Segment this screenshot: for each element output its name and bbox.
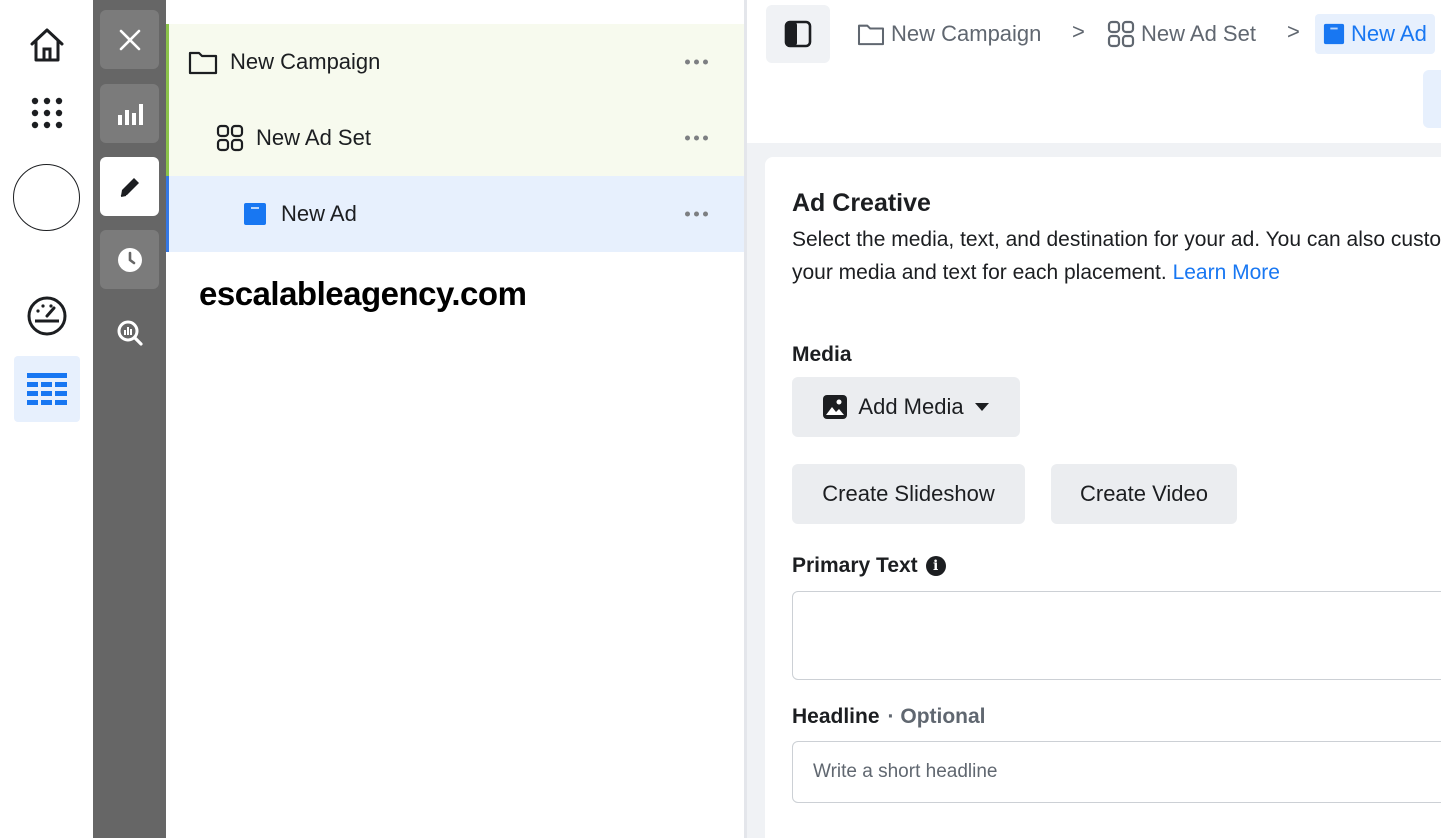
breadcrumb-ad[interactable]: New Ad bbox=[1315, 14, 1435, 54]
edit-button[interactable] bbox=[100, 157, 159, 216]
breadcrumb-separator: > bbox=[1287, 19, 1300, 44]
ad-more-options-icon[interactable] bbox=[685, 211, 708, 217]
tree-item-ad-label: New Ad bbox=[281, 201, 357, 226]
add-media-button[interactable]: Add Media bbox=[792, 377, 1020, 437]
folder-icon bbox=[188, 51, 218, 75]
history-button[interactable] bbox=[100, 230, 159, 289]
ad-set-grid-icon bbox=[1107, 20, 1135, 48]
editor-tool-strip bbox=[93, 0, 166, 838]
home-icon bbox=[30, 28, 64, 62]
sidebar-toggle-icon bbox=[784, 20, 812, 48]
close-button[interactable] bbox=[100, 10, 159, 69]
primary-text-label: Primary Text i bbox=[792, 554, 946, 578]
campaign-tree-panel: New Campaign New Ad Set New Ad escalable… bbox=[166, 0, 744, 838]
create-slideshow-button[interactable]: Create Slideshow bbox=[792, 464, 1025, 524]
search-button[interactable] bbox=[100, 303, 159, 362]
tree-item-ad-set-label: New Ad Set bbox=[256, 125, 371, 150]
add-media-label: Add Media bbox=[858, 394, 964, 419]
ad-set-more-options-icon[interactable] bbox=[685, 135, 708, 141]
image-icon bbox=[823, 395, 848, 419]
create-video-button[interactable]: Create Video bbox=[1051, 464, 1237, 524]
breadcrumb-ad-set-label: New Ad Set bbox=[1141, 21, 1256, 46]
info-icon[interactable]: i bbox=[925, 556, 946, 576]
headline-optional-text: · Optional bbox=[887, 705, 986, 728]
breadcrumb-separator: > bbox=[1072, 19, 1085, 44]
account-avatar[interactable] bbox=[13, 164, 80, 231]
learn-more-link[interactable]: Learn More bbox=[1173, 261, 1280, 284]
ad-creative-title: Ad Creative bbox=[792, 189, 931, 217]
tree-item-campaign-label: New Campaign bbox=[230, 49, 381, 74]
headline-input[interactable] bbox=[793, 742, 1441, 802]
editor-top-bar: New Campaign > New Ad Set > New Ad bbox=[747, 0, 1441, 143]
pencil-icon bbox=[120, 177, 139, 197]
search-chart-icon bbox=[117, 320, 143, 346]
breadcrumb-ad-set[interactable]: New Ad Set bbox=[1107, 14, 1256, 54]
ad-icon bbox=[1323, 23, 1345, 45]
table-icon bbox=[27, 373, 67, 405]
global-nav-rail bbox=[0, 0, 93, 838]
watermark-text: escalableagency.com bbox=[199, 275, 527, 312]
tree-item-ad[interactable]: New Ad bbox=[166, 176, 744, 252]
breadcrumb-campaign[interactable]: New Campaign bbox=[857, 14, 1041, 54]
tree-item-campaign[interactable]: New Campaign bbox=[166, 24, 744, 100]
headline-label: Headline · Optional bbox=[792, 705, 986, 729]
bar-chart-icon bbox=[117, 103, 143, 125]
ads-manager-button[interactable] bbox=[14, 356, 80, 422]
create-video-label: Create Video bbox=[1079, 481, 1208, 506]
ad-creative-description-text: Select the media, text, and destination … bbox=[792, 228, 1441, 284]
charts-button[interactable] bbox=[100, 84, 159, 143]
grid-dots-icon bbox=[31, 97, 63, 129]
toggle-panel-button[interactable] bbox=[766, 5, 830, 63]
headline-label-text: Headline bbox=[792, 705, 880, 728]
tree-item-ad-set[interactable]: New Ad Set bbox=[166, 100, 744, 176]
create-slideshow-label: Create Slideshow bbox=[822, 481, 995, 506]
headline-field[interactable] bbox=[792, 741, 1441, 803]
ad-icon bbox=[244, 203, 266, 225]
ad-editor: New Campaign > New Ad Set > New Ad Ad Cr… bbox=[747, 0, 1441, 838]
clock-icon bbox=[117, 247, 142, 272]
breadcrumb-ad-label: New Ad bbox=[1351, 21, 1427, 46]
top-action-button[interactable] bbox=[1423, 70, 1441, 128]
breadcrumb-campaign-label: New Campaign bbox=[891, 21, 1042, 46]
media-label: Media bbox=[792, 343, 852, 367]
folder-icon bbox=[857, 24, 885, 46]
primary-text-label-text: Primary Text bbox=[792, 554, 918, 577]
primary-text-field[interactable] bbox=[792, 591, 1441, 680]
ad-set-grid-icon bbox=[216, 124, 244, 152]
ad-creative-description: Select the media, text, and destination … bbox=[792, 223, 1441, 289]
media-label-text: Media bbox=[792, 343, 852, 366]
apps-menu-button[interactable] bbox=[14, 80, 80, 146]
home-button[interactable] bbox=[14, 12, 80, 78]
ad-creative-card: Ad Creative Select the media, text, and … bbox=[765, 157, 1441, 838]
performance-button[interactable] bbox=[14, 283, 80, 349]
caret-down-icon bbox=[974, 403, 989, 411]
campaign-more-options-icon[interactable] bbox=[685, 59, 708, 65]
close-icon bbox=[119, 29, 140, 50]
gauge-icon bbox=[27, 296, 67, 336]
